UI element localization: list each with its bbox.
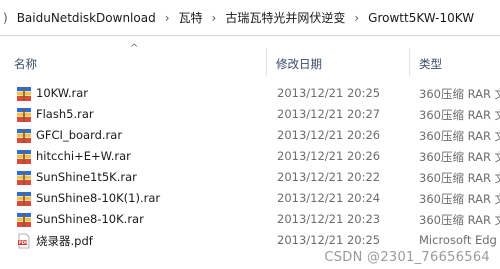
file-row[interactable]: SunShine1t5K.rar 2013/12/21 20:22 360压缩 … [0, 168, 500, 188]
file-row[interactable]: SunShine8-10K.rar 2013/12/21 20:23 360压缩… [0, 210, 500, 230]
file-name: hitcchi+E+W.rar [36, 149, 131, 163]
file-modified-date: 2013/12/21 20:23 [277, 212, 381, 226]
breadcrumb-segment-baidunetdiskdownload[interactable]: BaiduNetdiskDownload [15, 11, 158, 25]
file-type: 360压缩 RAR 文 [419, 171, 500, 185]
file-modified-date: 2013/12/21 20:26 [277, 149, 381, 163]
file-row[interactable]: Flash5.rar 2013/12/21 20:27 360压缩 RAR 文 [0, 105, 500, 125]
file-modified-date: 2013/12/21 20:22 [277, 170, 381, 184]
address-bar[interactable]: ) BaiduNetdiskDownload › 瓦特 › 古瑞瓦特光并网伏逆变… [0, 0, 500, 36]
file-name: SunShine1t5K.rar [36, 170, 137, 184]
breadcrumb-chevron-icon[interactable]: › [347, 11, 366, 25]
file-row[interactable]: 10KW.rar 2013/12/21 20:25 360压缩 RAR 文 [0, 84, 500, 104]
breadcrumb-segment-growtt[interactable]: Growtt5KW-10KW [366, 11, 476, 25]
file-row[interactable]: PDF 烧录器.pdf 2013/12/21 20:25 Microsoft E… [0, 231, 500, 251]
file-name: Flash5.rar [36, 107, 94, 121]
file-type: 360压缩 RAR 文 [419, 108, 500, 122]
rar-archive-icon [17, 129, 31, 143]
file-modified-date: 2013/12/21 20:26 [277, 128, 381, 142]
column-header-name[interactable]: 名称 [14, 56, 37, 72]
file-modified-date: 2013/12/21 20:25 [277, 233, 381, 247]
watermark: CSDN @2301_76656564 [324, 250, 490, 265]
file-type: 360压缩 RAR 文 [419, 192, 500, 206]
rar-archive-icon [17, 150, 31, 164]
file-type: 360压缩 RAR 文 [419, 150, 500, 164]
sort-ascending-icon: ^ [130, 43, 139, 54]
breadcrumb-segment-inverter[interactable]: 古瑞瓦特光并网伏逆变 [223, 9, 347, 26]
file-name: 10KW.rar [36, 86, 88, 100]
file-name: SunShine8-10K.rar [36, 212, 144, 226]
column-header-modified[interactable]: 修改日期 [276, 56, 322, 72]
rar-archive-icon [17, 192, 31, 206]
pdf-document-icon: PDF [18, 233, 30, 249]
file-name: 烧录器.pdf [36, 234, 93, 248]
file-name: GFCI_board.rar [36, 128, 123, 142]
file-type: 360压缩 RAR 文 [419, 213, 500, 227]
column-divider[interactable] [409, 48, 410, 76]
column-header-type[interactable]: 类型 [419, 56, 442, 72]
file-type: Microsoft Edg [419, 233, 497, 247]
rar-archive-icon [17, 108, 31, 122]
breadcrumb-chevron-icon[interactable]: › [158, 11, 177, 25]
rar-archive-icon [17, 213, 31, 227]
file-modified-date: 2013/12/21 20:25 [277, 86, 381, 100]
file-name: SunShine8-10K(1).rar [36, 191, 161, 205]
breadcrumb-segment-wate[interactable]: 瓦特 [177, 9, 205, 26]
rar-archive-icon [17, 87, 31, 101]
column-divider[interactable] [266, 48, 267, 76]
file-modified-date: 2013/12/21 20:27 [277, 107, 381, 121]
file-modified-date: 2013/12/21 20:24 [277, 191, 381, 205]
column-header-row: ^ 名称 修改日期 类型 [0, 43, 500, 78]
svg-text:PDF: PDF [19, 240, 29, 245]
file-row[interactable]: GFCI_board.rar 2013/12/21 20:26 360压缩 RA… [0, 126, 500, 146]
file-type: 360压缩 RAR 文 [419, 87, 500, 101]
rar-archive-icon [17, 171, 31, 185]
file-type: 360压缩 RAR 文 [419, 129, 500, 143]
breadcrumb-overflow-glyph: ) [3, 10, 8, 25]
breadcrumb-chevron-icon[interactable]: › [205, 11, 224, 25]
file-row[interactable]: SunShine8-10K(1).rar 2013/12/21 20:24 36… [0, 189, 500, 209]
file-row[interactable]: hitcchi+E+W.rar 2013/12/21 20:26 360压缩 R… [0, 147, 500, 167]
